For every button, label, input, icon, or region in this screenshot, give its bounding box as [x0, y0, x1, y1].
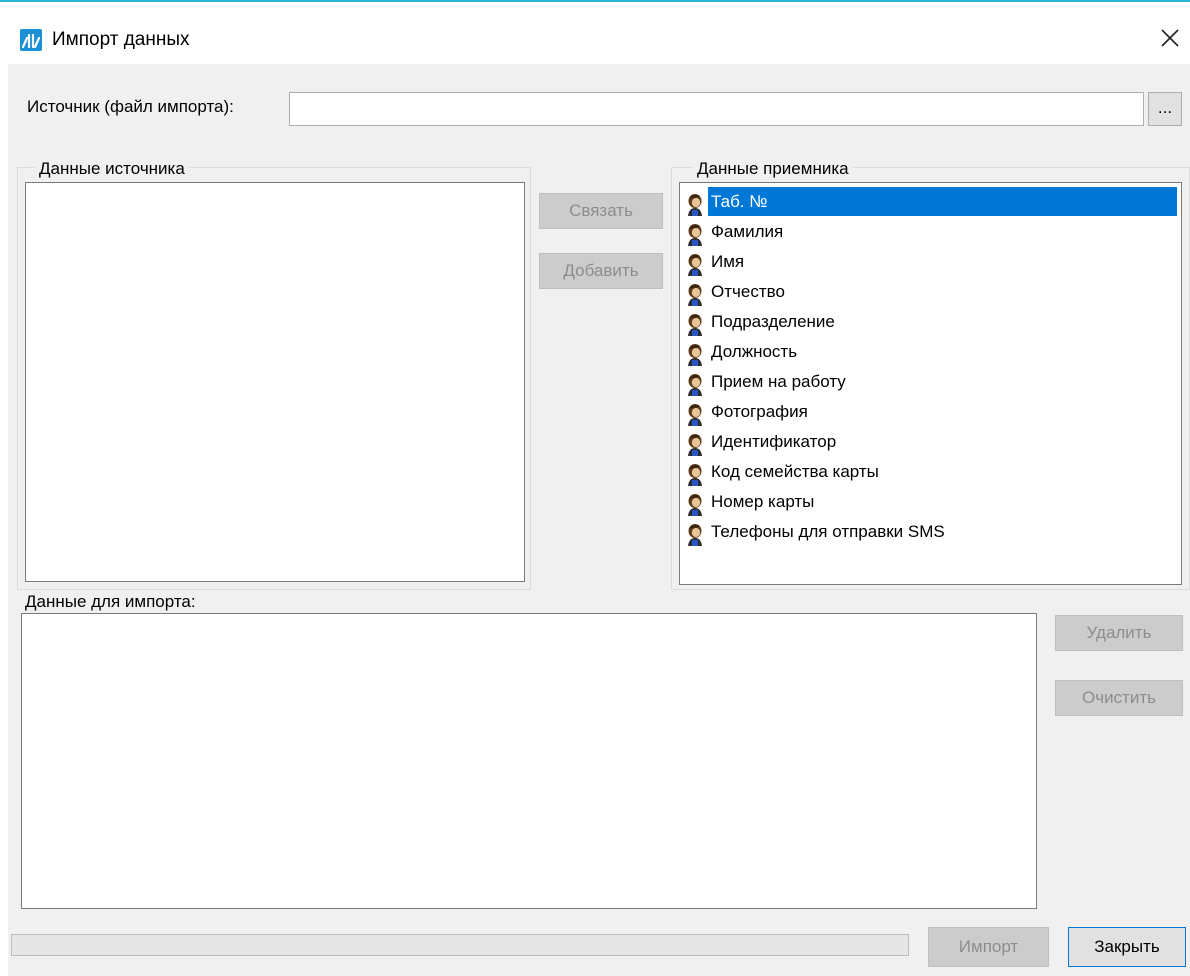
target-list-item[interactable]: Код семейства карты: [684, 457, 1174, 487]
close-icon[interactable]: [1152, 20, 1188, 56]
target-data-title: Данные приемника: [693, 159, 853, 179]
import-button[interactable]: Импорт: [928, 927, 1049, 967]
person-icon: [684, 462, 706, 486]
target-list-item-label: Прием на работу: [711, 372, 846, 391]
target-list-item-label: Телефоны для отправки SMS: [711, 522, 945, 541]
target-list-item-label: Идентификатор: [711, 432, 837, 451]
person-icon: [684, 222, 706, 246]
target-list-item-label: Код семейства карты: [711, 462, 879, 481]
target-list-item[interactable]: Должность: [684, 337, 1174, 367]
clear-button[interactable]: Очистить: [1055, 680, 1183, 716]
browse-button[interactable]: ...: [1148, 92, 1182, 126]
target-list-item-label: Фотография: [711, 402, 808, 421]
add-button[interactable]: Добавить: [539, 253, 663, 289]
target-list-item-label: Таб. №: [708, 187, 1177, 216]
person-icon: [684, 342, 706, 366]
person-icon: [684, 492, 706, 516]
target-list-item[interactable]: Фотография: [684, 397, 1174, 427]
delete-button[interactable]: Удалить: [1055, 615, 1183, 651]
source-data-list[interactable]: [25, 182, 525, 582]
person-icon: [684, 522, 706, 546]
title-bar: Импорт данных: [0, 2, 1190, 62]
target-list-item[interactable]: Имя: [684, 247, 1174, 277]
person-icon: [684, 432, 706, 456]
source-data-title: Данные источника: [35, 159, 189, 179]
target-list-item[interactable]: Таб. №: [684, 187, 1177, 217]
source-file-label: Источник (файл импорта):: [27, 97, 234, 116]
app-logo-icon: [20, 29, 42, 51]
person-icon: [684, 312, 706, 336]
person-icon: [684, 282, 706, 306]
import-progress-bar: [11, 934, 909, 956]
target-list-item[interactable]: Телефоны для отправки SMS: [684, 517, 1174, 547]
import-data-list[interactable]: [21, 613, 1037, 909]
target-list-item[interactable]: Фамилия: [684, 217, 1174, 247]
person-icon: [684, 372, 706, 396]
target-list-item[interactable]: Отчество: [684, 277, 1174, 307]
target-list-item[interactable]: Номер карты: [684, 487, 1174, 517]
source-file-input[interactable]: [289, 92, 1144, 126]
link-button[interactable]: Связать: [539, 193, 663, 229]
target-list-item-label: Фамилия: [711, 222, 784, 241]
target-list-item-label: Отчество: [711, 282, 785, 301]
person-icon: [684, 192, 706, 216]
target-data-list[interactable]: Таб. № Фамилия Имя Отчество Подразделение Дол…: [679, 182, 1182, 585]
target-list-item-label: Номер карты: [711, 492, 815, 511]
window-title: Импорт данных: [52, 29, 190, 50]
import-data-label: Данные для импорта:: [25, 592, 196, 611]
target-list-item-label: Подразделение: [711, 312, 835, 331]
person-icon: [684, 252, 706, 276]
target-list-item[interactable]: Подразделение: [684, 307, 1174, 337]
person-icon: [684, 402, 706, 426]
target-list-item[interactable]: Прием на работу: [684, 367, 1174, 397]
target-list-item-label: Должность: [711, 342, 798, 361]
target-list-item[interactable]: Идентификатор: [684, 427, 1174, 457]
close-dialog-button[interactable]: Закрыть: [1068, 927, 1186, 967]
target-list-item-label: Имя: [711, 252, 745, 271]
